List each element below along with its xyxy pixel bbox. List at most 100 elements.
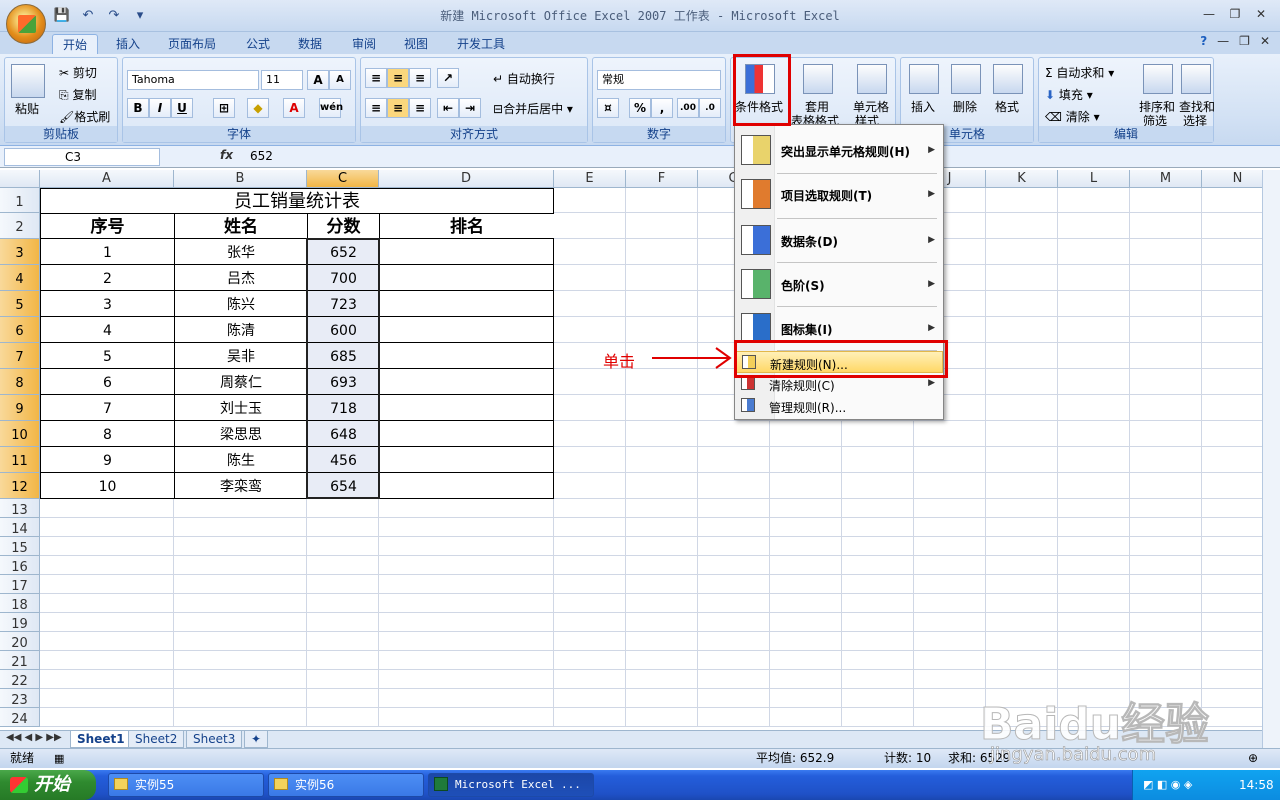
table-cell[interactable]: 陈兴 — [174, 291, 307, 317]
tab-view[interactable]: 视图 — [394, 34, 438, 54]
rank-cell[interactable] — [379, 421, 554, 447]
font-size-input[interactable]: 11 — [261, 70, 303, 90]
row-header[interactable]: 15 — [0, 537, 40, 556]
format-cells-icon[interactable] — [993, 64, 1023, 94]
insert-cells-button[interactable]: 插入 — [911, 98, 935, 115]
orientation-icon[interactable]: ↗ — [437, 68, 459, 88]
table-cell[interactable]: 张华 — [174, 239, 307, 265]
column-header[interactable]: K — [986, 170, 1058, 188]
copy-button[interactable]: ⎘ 复制 — [59, 86, 96, 103]
increase-decimal-icon[interactable]: .00 — [677, 98, 699, 118]
help-icon[interactable]: ? — [1200, 34, 1207, 48]
table-cell[interactable]: 1 — [40, 239, 174, 265]
ribbon-minimize-icon[interactable]: — — [1217, 34, 1229, 48]
table-cell[interactable]: 吕杰 — [174, 265, 307, 291]
office-button[interactable] — [6, 4, 46, 44]
column-header[interactable]: A — [40, 170, 174, 188]
paste-button[interactable]: 粘贴 — [15, 100, 39, 117]
tab-developer[interactable]: 开发工具 — [447, 34, 515, 54]
wrap-text-button[interactable]: ↵ 自动换行 — [493, 70, 555, 87]
zoom-in-icon[interactable]: ⊕ — [1248, 749, 1258, 768]
comma-button[interactable]: , — [651, 98, 673, 118]
table-cell[interactable]: 10 — [40, 473, 174, 499]
tab-home[interactable]: 开始 — [52, 34, 99, 54]
customize-qat-icon[interactable]: ▾ — [130, 7, 150, 25]
table-cell[interactable]: 吴非 — [174, 343, 307, 369]
column-header[interactable]: F — [626, 170, 698, 188]
align-right-icon[interactable]: ≡ — [409, 98, 431, 118]
row-header[interactable]: 7 — [0, 343, 40, 369]
column-header[interactable]: C — [307, 170, 379, 188]
table-cell[interactable]: 3 — [40, 291, 174, 317]
row-header[interactable]: 16 — [0, 556, 40, 575]
table-cell[interactable]: 周蔡仁 — [174, 369, 307, 395]
table-format-icon[interactable] — [803, 64, 833, 94]
decrease-indent-icon[interactable]: ⇤ — [437, 98, 459, 118]
rank-cell[interactable] — [379, 447, 554, 473]
worksheet-grid[interactable]: ABCDEFGHIJKLMN12345678910111213141516171… — [0, 170, 1262, 730]
column-header[interactable]: D — [379, 170, 554, 188]
rank-cell[interactable] — [379, 317, 554, 343]
row-header[interactable]: 12 — [0, 473, 40, 499]
rank-cell[interactable] — [379, 343, 554, 369]
menu-item[interactable]: 突出显示单元格规则(H) ▶ — [735, 129, 943, 173]
menu-item[interactable]: 管理规则(R)... — [735, 395, 943, 417]
currency-icon[interactable]: ¤ — [597, 98, 619, 118]
number-format-select[interactable]: 常规 — [597, 70, 721, 90]
align-bottom-icon[interactable]: ≡ — [409, 68, 431, 88]
macro-record-icon[interactable]: ▦ — [54, 749, 64, 768]
row-header[interactable]: 19 — [0, 613, 40, 632]
fx-icon[interactable]: fx — [220, 148, 233, 162]
rank-cell[interactable] — [379, 291, 554, 317]
cell-style-icon[interactable] — [857, 64, 887, 94]
shrink-font-button[interactable]: A — [329, 70, 351, 90]
autosum-button[interactable]: Σ 自动求和 ▾ — [1045, 64, 1114, 81]
tab-page-layout[interactable]: 页面布局 — [158, 34, 226, 54]
table-cell[interactable]: 陈生 — [174, 447, 307, 473]
rank-cell[interactable] — [379, 239, 554, 265]
table-cell[interactable]: 9 — [40, 447, 174, 473]
font-name-input[interactable]: Tahoma — [127, 70, 259, 90]
row-header[interactable]: 24 — [0, 708, 40, 727]
align-left-icon[interactable]: ≡ — [365, 98, 387, 118]
insert-sheet-icon[interactable]: ✦ — [244, 731, 269, 748]
insert-cells-icon[interactable] — [909, 64, 939, 94]
column-header[interactable]: B — [174, 170, 307, 188]
clear-button[interactable]: ⌫ 清除 ▾ — [1045, 108, 1100, 125]
row-header[interactable]: 22 — [0, 670, 40, 689]
rank-cell[interactable] — [379, 395, 554, 421]
save-icon[interactable]: 💾 — [52, 7, 72, 25]
task-folder-56[interactable]: 实例56 — [268, 773, 424, 797]
row-header[interactable]: 20 — [0, 632, 40, 651]
find-select-icon[interactable] — [1181, 64, 1211, 94]
column-header[interactable]: N — [1202, 170, 1262, 188]
align-middle-icon[interactable]: ≡ — [387, 68, 409, 88]
row-header[interactable]: 5 — [0, 291, 40, 317]
italic-button[interactable]: I — [149, 98, 171, 118]
sheet-tab-1[interactable]: Sheet1 — [70, 731, 132, 748]
percent-button[interactable]: % — [629, 98, 651, 118]
row-header[interactable]: 21 — [0, 651, 40, 670]
workbook-close-icon[interactable]: ✕ — [1260, 34, 1270, 48]
rank-cell[interactable] — [379, 473, 554, 499]
column-header[interactable]: E — [554, 170, 626, 188]
align-center-icon[interactable]: ≡ — [387, 98, 409, 118]
merge-center-button[interactable]: ⊟合并后居中 ▾ — [493, 100, 573, 117]
row-header[interactable]: 3 — [0, 239, 40, 265]
table-cell[interactable]: 李栾鸾 — [174, 473, 307, 499]
row-header[interactable]: 11 — [0, 447, 40, 473]
row-header[interactable]: 23 — [0, 689, 40, 708]
row-header[interactable]: 13 — [0, 499, 40, 518]
sheet-tab-2[interactable]: Sheet2 — [128, 731, 185, 748]
table-cell[interactable]: 陈清 — [174, 317, 307, 343]
restore-button[interactable]: ❐ — [1224, 5, 1246, 23]
vertical-scrollbar[interactable] — [1262, 170, 1280, 748]
select-all-corner[interactable] — [0, 170, 40, 188]
format-painter-button[interactable]: 🖌格式刷 — [59, 108, 110, 125]
row-header[interactable]: 9 — [0, 395, 40, 421]
table-cell[interactable]: 4 — [40, 317, 174, 343]
menu-item[interactable]: 色阶(S) ▶ — [735, 263, 943, 307]
column-header[interactable]: L — [1058, 170, 1130, 188]
redo-icon[interactable]: ↷ — [104, 7, 124, 25]
minimize-button[interactable]: — — [1198, 5, 1220, 23]
